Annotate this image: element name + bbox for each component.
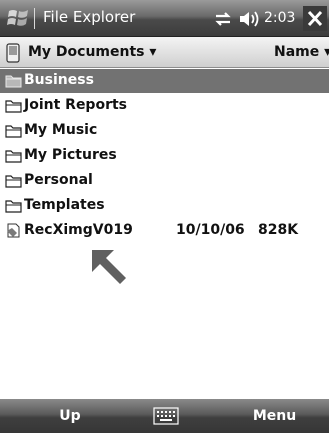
- softkey-bar: Up Menu: [0, 399, 329, 433]
- list-item[interactable]: Templates: [0, 194, 329, 218]
- menu-softkey[interactable]: Menu: [220, 399, 329, 433]
- connectivity-icon[interactable]: [213, 10, 233, 28]
- folder-icon: [5, 125, 22, 138]
- list-item[interactable]: My Music: [0, 119, 329, 143]
- file-size: 828K: [258, 222, 299, 238]
- sort-dropdown[interactable]: Name ▾: [274, 44, 329, 60]
- folder-icon: [5, 200, 22, 213]
- file-date: 10/10/06: [176, 222, 245, 238]
- device-icon: [6, 43, 20, 63]
- file-name: Business: [24, 72, 94, 88]
- file-name: Templates: [24, 197, 105, 213]
- file-name: My Music: [24, 122, 98, 138]
- folder-icon: [5, 175, 22, 188]
- file-name: Joint Reports: [24, 97, 128, 113]
- windows-flag-icon[interactable]: [7, 7, 31, 29]
- file-name: Personal: [24, 172, 93, 188]
- title-separator: [34, 8, 35, 29]
- list-item[interactable]: Personal: [0, 169, 329, 193]
- folder-dropdown[interactable]: My Documents ▾: [28, 44, 156, 60]
- folder-bar: My Documents ▾ Name ▾: [0, 37, 329, 68]
- file-name: RecXimgV019: [24, 222, 133, 238]
- list-item[interactable]: RecXimgV019 10/10/06 828K: [0, 219, 329, 243]
- title-bar: File Explorer 2:03: [0, 0, 329, 37]
- folder-icon: [5, 75, 22, 88]
- folder-icon: [5, 150, 22, 163]
- speaker-icon[interactable]: [238, 9, 260, 29]
- clock-time[interactable]: 2:03: [264, 10, 295, 26]
- list-item[interactable]: Joint Reports: [0, 94, 329, 118]
- list-item[interactable]: Business: [0, 69, 329, 93]
- up-softkey[interactable]: Up: [0, 399, 140, 433]
- window-title: File Explorer: [43, 8, 136, 26]
- keyboard-icon[interactable]: [153, 407, 179, 425]
- close-icon[interactable]: [303, 6, 327, 31]
- list-item[interactable]: My Pictures: [0, 144, 329, 168]
- recording-file-icon: [7, 223, 20, 238]
- file-name: My Pictures: [24, 147, 117, 163]
- arrow-pointer-icon: [92, 250, 126, 284]
- folder-icon: [5, 100, 22, 113]
